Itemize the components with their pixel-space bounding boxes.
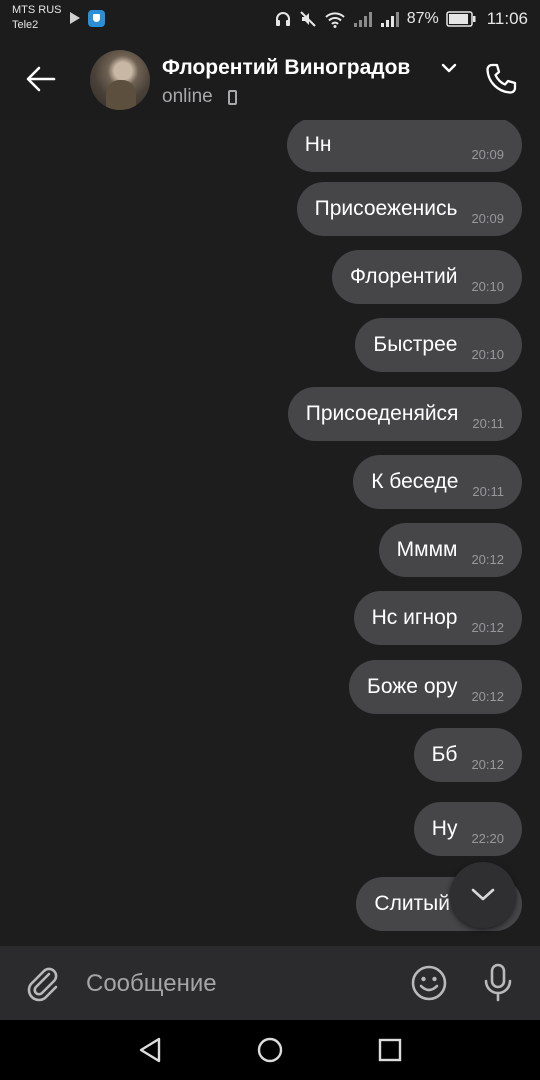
scroll-to-bottom-button[interactable] xyxy=(450,862,516,928)
battery-icon xyxy=(445,11,476,27)
message-bubble[interactable]: Присоеженись 20:09 xyxy=(296,182,522,236)
paperclip-icon xyxy=(27,967,58,1002)
message-time: 22:20 xyxy=(471,830,504,846)
message-bubble[interactable]: Мммм 20:12 xyxy=(378,523,522,577)
carrier-2: Tele2 xyxy=(12,19,39,31)
carrier-info: MTS RUS Tele2 xyxy=(12,3,62,33)
back-triangle-icon xyxy=(139,1037,161,1063)
message-list[interactable]: Нн 20:09 Присоеженись 20:09 Флорентий 20… xyxy=(0,120,540,946)
message-bubble[interactable]: К беседе 20:11 xyxy=(353,455,522,509)
message-text: Слитый xyxy=(374,892,450,915)
message-time: 20:12 xyxy=(471,551,504,567)
emoji-icon xyxy=(411,965,447,1001)
chat-header: Флорентий Виноградов online xyxy=(0,38,540,120)
message-time: 20:12 xyxy=(471,688,504,704)
microphone-icon xyxy=(484,963,512,1002)
message-composer xyxy=(0,946,540,1020)
signal-icon xyxy=(353,12,372,27)
message-time: 20:12 xyxy=(471,619,504,635)
system-navigation-bar xyxy=(0,1020,540,1080)
chevron-down-icon xyxy=(471,888,495,901)
message-time: 20:10 xyxy=(471,278,504,294)
mobile-device-icon xyxy=(228,90,237,105)
message-bubble[interactable]: Флорентий 20:10 xyxy=(331,250,522,304)
message-time: 20:10 xyxy=(471,346,504,362)
nav-home-button[interactable] xyxy=(254,1034,286,1066)
message-text: Боже ору xyxy=(367,675,458,698)
signal-icon xyxy=(380,12,399,27)
message-time: 20:11 xyxy=(472,415,504,431)
message-time: 20:09 xyxy=(471,210,504,226)
mute-icon xyxy=(299,11,316,27)
recents-square-icon xyxy=(378,1038,402,1062)
contact-name[interactable]: Флорентий Виноградов xyxy=(162,56,410,80)
status-right-group: 87% 11:06 xyxy=(274,8,528,30)
message-time: 20:12 xyxy=(471,756,504,772)
message-text: Ну xyxy=(431,817,458,840)
nav-back-button[interactable] xyxy=(134,1034,166,1066)
message-bubble[interactable]: Боже ору 20:12 xyxy=(349,660,522,714)
message-text: Бб xyxy=(431,743,458,766)
message-bubble[interactable]: Бб 20:12 xyxy=(413,728,522,782)
clock: 11:06 xyxy=(486,9,528,28)
message-bubble[interactable]: Нс игнор 20:12 xyxy=(353,591,522,645)
contact-status: online xyxy=(162,86,213,107)
back-arrow-icon xyxy=(26,66,56,92)
avatar[interactable] xyxy=(90,50,150,110)
message-bubble[interactable]: Ну 22:20 xyxy=(413,802,522,856)
voice-message-button[interactable] xyxy=(476,960,520,1006)
message-text: Мммм xyxy=(396,538,458,561)
message-time: 20:09 xyxy=(471,146,504,162)
chevron-down-icon[interactable] xyxy=(440,62,458,74)
message-text: Флорентий xyxy=(349,265,458,288)
message-text: Присоеденяйся xyxy=(305,402,459,425)
nav-recents-button[interactable] xyxy=(374,1034,406,1066)
message-input[interactable] xyxy=(86,964,386,1004)
status-bar: MTS RUS Tele2 87% 11:06 xyxy=(0,0,540,38)
message-text: К беседе xyxy=(371,470,459,493)
message-text: Присоеженись xyxy=(314,197,458,220)
message-text: Нн xyxy=(304,133,332,156)
headphones-icon xyxy=(275,12,290,26)
home-circle-icon xyxy=(257,1037,283,1063)
call-button[interactable] xyxy=(478,56,524,102)
wifi-icon xyxy=(324,12,345,28)
message-bubble[interactable]: Присоеденяйся 20:11 xyxy=(287,387,522,441)
app-badge-icon xyxy=(88,10,105,27)
battery-percent: 87% xyxy=(406,10,439,27)
phone-icon xyxy=(486,63,517,94)
message-time: 20:11 xyxy=(472,483,504,499)
message-text: Быстрее xyxy=(373,333,458,356)
message-bubble[interactable]: Нн 20:09 xyxy=(286,120,522,172)
back-button[interactable] xyxy=(20,58,62,100)
message-text: Нс игнор xyxy=(371,606,458,629)
attach-button[interactable] xyxy=(20,960,66,1006)
message-bubble[interactable]: Быстрее 20:10 xyxy=(355,318,522,372)
carrier-1: MTS RUS xyxy=(12,4,62,16)
play-icon xyxy=(70,12,80,24)
emoji-button[interactable] xyxy=(408,962,450,1004)
